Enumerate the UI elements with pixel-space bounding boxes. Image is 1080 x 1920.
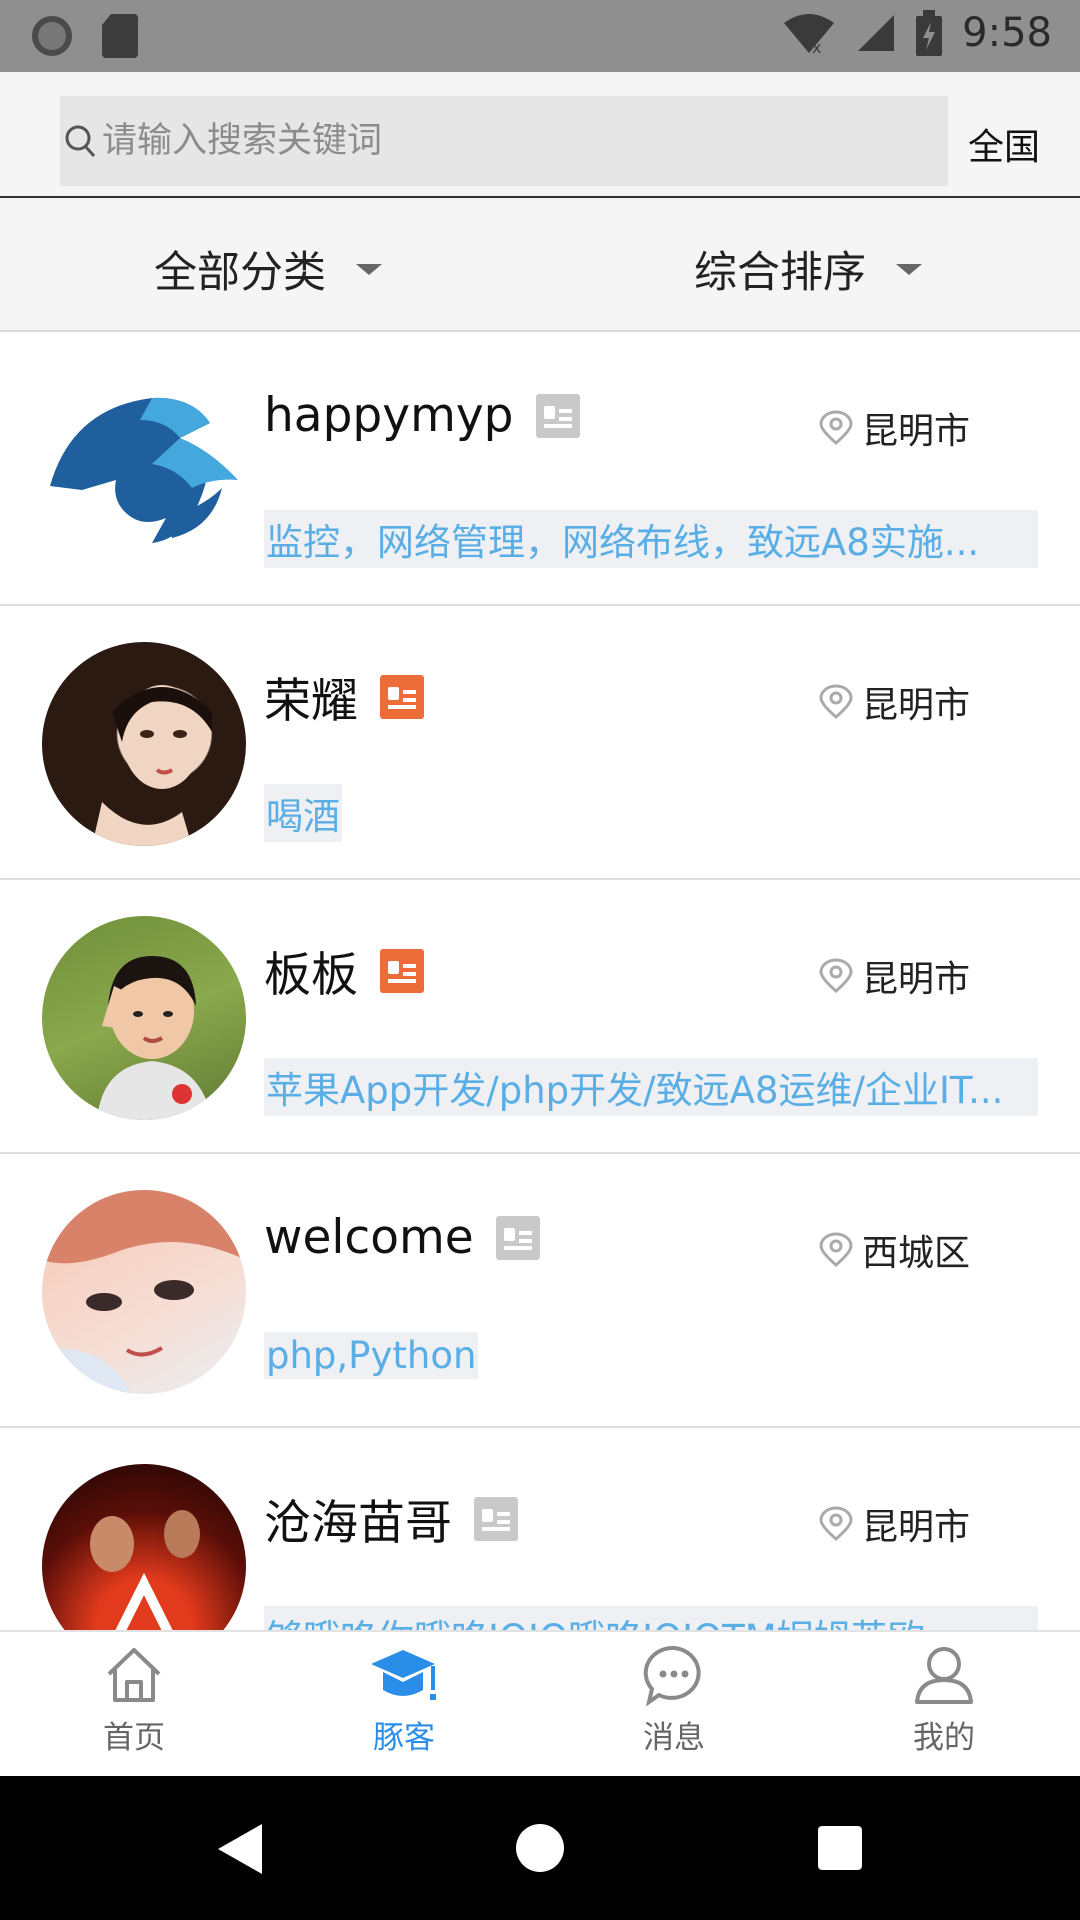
name-row: 沧海苗哥 (264, 1484, 518, 1553)
list-item[interactable]: 荣耀 昆明市 喝酒 (0, 606, 1080, 880)
id-card-icon (474, 1496, 518, 1541)
user-name: happymyp (264, 388, 514, 443)
id-card-icon (495, 1215, 540, 1260)
avatar (42, 1190, 246, 1394)
nav-messages[interactable]: 消息 (574, 1644, 774, 1757)
sort-filter-label: 综合排序 (694, 248, 866, 298)
location-pin-icon (819, 1506, 853, 1541)
sd-card-icon (102, 14, 138, 58)
battery-icon (916, 10, 943, 56)
region-selector[interactable]: 全国 (968, 118, 1040, 170)
graduation-cap-icon (371, 1650, 436, 1700)
user-icon (915, 1647, 973, 1704)
category-filter-label: 全部分类 (154, 248, 326, 298)
user-tags: 够哦咯你哦咯JQJQ哦咯JQJQTM妮姆英欧 (264, 1606, 1038, 1630)
name-row: welcome (264, 1210, 540, 1265)
home-circle-icon[interactable] (516, 1824, 564, 1872)
search-icon (65, 125, 96, 157)
nav-label: 豚客 (373, 1720, 435, 1756)
wifi-icon: x (784, 14, 835, 55)
user-list: happymyp 昆明市 监控，网络管理，网络布线，致远A8实施... 荣耀 昆… (0, 332, 1080, 1630)
caret-down-icon (896, 263, 922, 275)
avatar (42, 368, 246, 572)
portrait-illustration-image (42, 1190, 246, 1394)
status-bar: x 9:58 (0, 0, 1080, 72)
system-nav-bar (0, 1776, 1080, 1920)
location-text: 昆明市 (862, 411, 971, 452)
dolphin-logo-icon (50, 397, 238, 543)
home-icon (107, 1648, 161, 1702)
portrait-child-image (97, 956, 212, 1120)
status-notifications (32, 14, 138, 58)
list-item[interactable]: welcome 西城区 php,Python (0, 1154, 1080, 1428)
notification-circle-icon (32, 16, 72, 56)
user-name: 板板 (264, 948, 358, 1003)
location: 昆明市 (818, 950, 970, 1002)
list-item[interactable]: 板板 昆明市 苹果App开发/php开发/致远A8运维/企业IT... (0, 880, 1080, 1154)
bottom-nav: 首页 豚客 消息 我的 (0, 1630, 1080, 1778)
svg-text:x: x (812, 38, 821, 55)
nav-tunke[interactable]: 豚客 (304, 1644, 504, 1757)
nav-profile[interactable]: 我的 (844, 1644, 1044, 1757)
user-name: 荣耀 (264, 674, 358, 729)
user-name: 沧海苗哥 (264, 1496, 452, 1551)
location: 昆明市 (818, 1498, 970, 1550)
user-tags: 苹果App开发/php开发/致远A8运维/企业IT... (264, 1058, 1038, 1116)
avatar (42, 1464, 246, 1630)
back-icon[interactable] (218, 1824, 262, 1874)
location-text: 昆明市 (862, 959, 971, 1000)
nav-label: 我的 (913, 1720, 975, 1756)
name-row: 荣耀 (264, 662, 424, 731)
list-item[interactable]: happymyp 昆明市 监控，网络管理，网络布线，致远A8实施... (0, 332, 1080, 606)
location-pin-icon (819, 1232, 853, 1267)
user-tags: 喝酒 (264, 784, 342, 842)
id-card-icon (380, 674, 424, 719)
signal-icon (858, 15, 895, 51)
location: 昆明市 (818, 676, 970, 728)
user-tags: 监控，网络管理，网络布线，致远A8实施... (264, 510, 1038, 568)
status-time: 9:58 (962, 10, 1052, 56)
avatar (42, 642, 246, 846)
location-text: 昆明市 (862, 685, 971, 726)
user-name: welcome (264, 1210, 474, 1265)
sort-filter[interactable]: 综合排序 (694, 238, 922, 300)
list-item[interactable]: 沧海苗哥 昆明市 够哦咯你哦咯JQJQ哦咯JQJQTM妮姆英欧 (0, 1428, 1080, 1630)
avatar (42, 916, 246, 1120)
name-row: happymyp (264, 388, 580, 443)
location: 西城区 (818, 1224, 970, 1276)
nav-home[interactable]: 首页 (34, 1644, 234, 1757)
name-row: 板板 (264, 936, 424, 1005)
location-pin-icon (819, 410, 853, 445)
location-text: 西城区 (862, 1233, 971, 1274)
avengers-poster-image (90, 1510, 200, 1630)
user-tags: php,Python (264, 1332, 479, 1379)
id-card-icon (380, 948, 424, 993)
location: 昆明市 (818, 402, 970, 454)
search-header: 全国 (0, 72, 1080, 198)
category-filter[interactable]: 全部分类 (154, 238, 382, 300)
location-pin-icon (819, 958, 853, 993)
search-box[interactable] (60, 96, 948, 186)
filter-bar: 全部分类 综合排序 (0, 198, 1080, 332)
search-input[interactable] (100, 100, 924, 182)
recent-apps-icon[interactable] (818, 1826, 862, 1870)
nav-label: 首页 (103, 1720, 165, 1756)
portrait-woman-image (92, 685, 212, 846)
caret-down-icon (356, 263, 382, 275)
status-right: x 9:58 (782, 10, 1052, 56)
location-pin-icon (819, 684, 853, 719)
nav-label: 消息 (643, 1720, 705, 1756)
location-text: 昆明市 (862, 1507, 971, 1548)
chat-icon (643, 1645, 701, 1706)
id-card-icon (535, 393, 580, 438)
